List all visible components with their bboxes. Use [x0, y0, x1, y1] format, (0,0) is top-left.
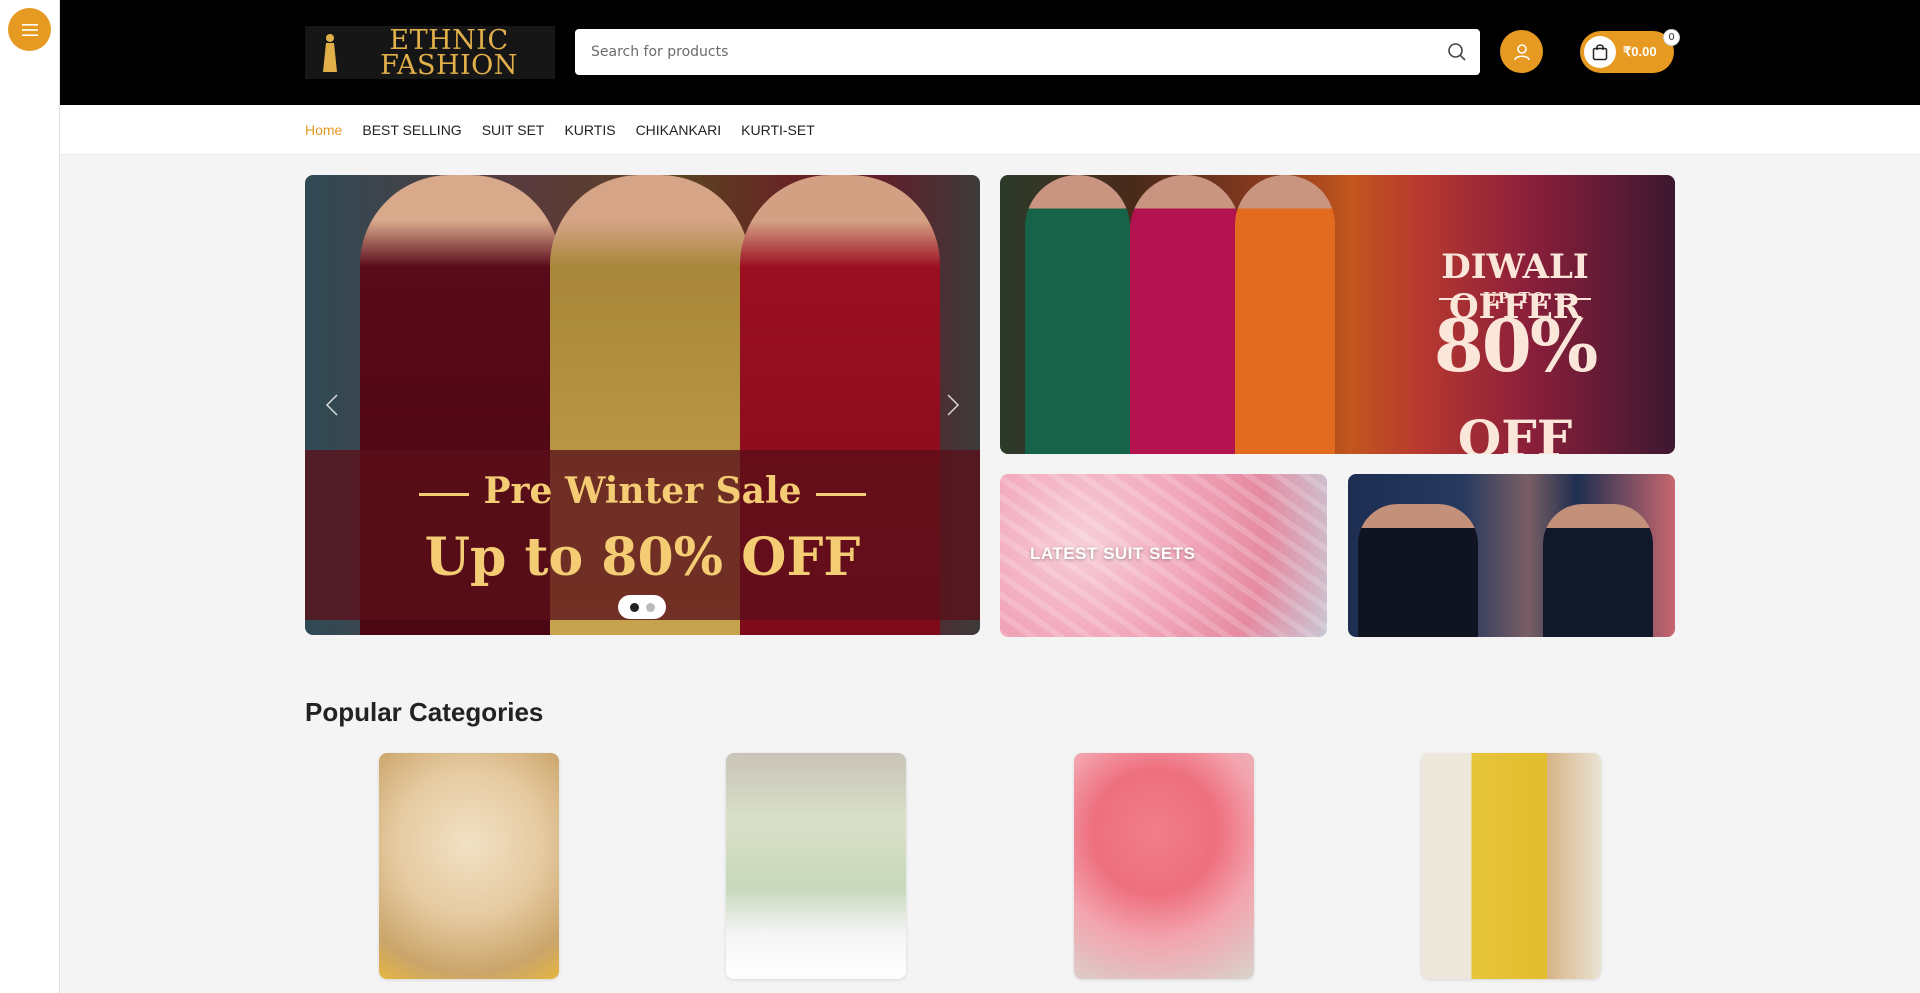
slider-dots [618, 595, 666, 619]
diwali-percent: 80% [1433, 303, 1599, 388]
model-black-kurti-1 [1358, 504, 1478, 637]
slider-next-button[interactable] [938, 385, 968, 425]
suits-banner-label: LATEST SUIT SETS [1030, 544, 1196, 563]
user-icon [1513, 43, 1530, 60]
nav-item-kurtis[interactable]: KURTIS [564, 122, 615, 138]
search-button[interactable] [1434, 29, 1480, 75]
diwali-discount: 80% OFF [1380, 303, 1650, 454]
nav-item-kurti-set[interactable]: KURTI-SET [741, 122, 815, 138]
slider-dot-1[interactable] [629, 602, 639, 612]
slider-prev-button[interactable] [317, 385, 347, 425]
model-pink-suit [1130, 175, 1240, 454]
brand-line-1: ETHNIC [389, 24, 509, 56]
search-icon [1448, 43, 1466, 61]
category-card-3[interactable] [1074, 753, 1254, 979]
diwali-offer-banner[interactable]: DIWALI OFFER UP TO 80% OFF [1000, 175, 1675, 454]
search-input[interactable] [575, 29, 1434, 75]
chevron-left-icon [325, 394, 338, 416]
model-green-suit [1025, 175, 1130, 454]
nav-item-suit-set[interactable]: SUIT SET [482, 122, 545, 138]
category-card-1[interactable] [379, 753, 559, 979]
main-nav: Home BEST SELLING SUIT SET KURTIS CHIKAN… [60, 105, 1920, 155]
cart-total: ₹0.00 [1623, 44, 1657, 59]
site-header: ETHNIC FASHION ₹0.00 0 [60, 0, 1920, 105]
cart-count-badge: 0 [1663, 29, 1680, 46]
nav-item-best-selling[interactable]: BEST SELLING [362, 122, 461, 138]
category-card-4[interactable] [1421, 753, 1601, 979]
brand-logo[interactable]: ETHNIC FASHION [305, 26, 555, 79]
model-black-kurti-2 [1543, 504, 1653, 637]
shopping-bag-icon [1592, 44, 1608, 61]
hamburger-icon [21, 23, 38, 36]
left-rail [0, 0, 60, 993]
model-orange-lehenga [1235, 175, 1335, 454]
hero-slider[interactable]: Pre Winter Sale Up to 80% OFF [305, 175, 980, 635]
nav-item-home[interactable]: Home [305, 122, 342, 138]
cart-bag-circle [1584, 36, 1616, 68]
cart-button[interactable]: ₹0.00 [1580, 31, 1674, 73]
slider-dot-2[interactable] [645, 602, 655, 612]
popular-categories-title: Popular Categories [305, 697, 544, 727]
search-bar [575, 29, 1480, 75]
nav-item-chikankari[interactable]: CHIKANKARI [636, 122, 722, 138]
account-button[interactable] [1500, 30, 1543, 73]
menu-button[interactable] [8, 8, 51, 51]
diwali-off: OFF [1457, 409, 1573, 454]
hero-title: Pre Winter Sale [305, 470, 980, 512]
lady-silhouette-icon [323, 34, 337, 72]
chevron-right-icon [947, 394, 960, 416]
category-card-2[interactable] [726, 753, 906, 979]
brand-line-2: FASHION [380, 49, 518, 81]
hero-subtitle: Up to 80% OFF [424, 527, 861, 588]
kurtis-banner[interactable] [1348, 474, 1675, 637]
latest-suit-sets-banner[interactable]: LATEST SUIT SETS [1000, 474, 1327, 637]
